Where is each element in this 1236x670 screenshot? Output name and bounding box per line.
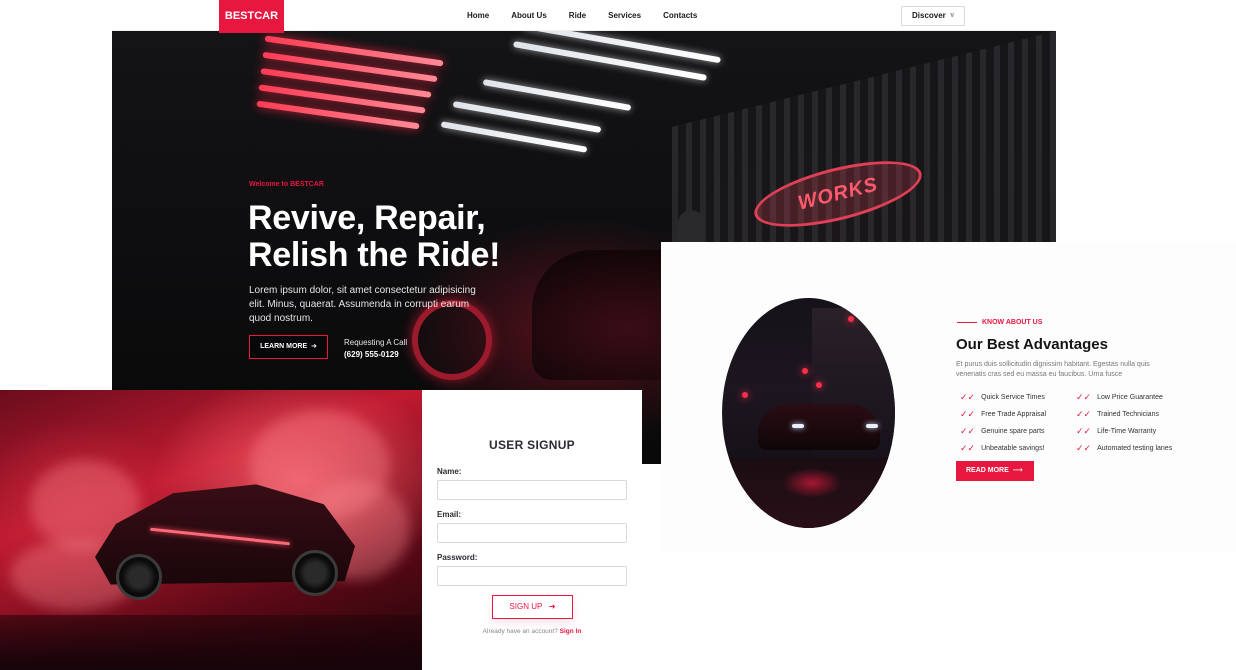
signup-car-image xyxy=(0,390,422,670)
ground xyxy=(0,615,422,670)
call-label: Requesting A Call xyxy=(344,338,408,347)
showcase-stage: WORKS BESTCAR Home About Us Ride Service… xyxy=(0,0,1236,670)
about-heading: Our Best Advantages xyxy=(956,336,1108,353)
hero-kicker: Welcome to BESTCAR xyxy=(249,181,324,188)
double-check-icon: ✓✓ xyxy=(1076,392,1092,402)
advantage-item: ✓✓ Free Trade Appraisal xyxy=(960,409,1046,420)
headlight xyxy=(866,424,878,428)
about-section: KNOW ABOUT US Our Best Advantages Et pur… xyxy=(661,242,1236,552)
neon-light xyxy=(802,368,808,374)
email-field[interactable] xyxy=(437,523,627,543)
about-description: Et purus duis sollicitudin dignissim hab… xyxy=(956,361,1150,378)
nav-contacts[interactable]: Contacts xyxy=(663,11,697,20)
sign-in-link[interactable]: Sign In xyxy=(560,628,582,635)
signup-title: USER SIGNUP xyxy=(489,438,575,452)
arrow-right-icon: ⟶ xyxy=(1010,467,1023,474)
neon-light xyxy=(742,392,748,398)
sign-in-prompt: Already have an account? Sign In xyxy=(422,628,642,635)
double-check-icon: ✓✓ xyxy=(960,443,976,453)
discover-dropdown[interactable]: Discover ∨ xyxy=(901,6,965,26)
password-field[interactable] xyxy=(437,566,627,586)
learn-more-button[interactable]: LEARN MORE ➜ xyxy=(249,335,328,359)
double-check-icon: ✓✓ xyxy=(1076,426,1092,436)
about-car xyxy=(758,404,880,450)
advantage-label: Trained Technicians xyxy=(1097,411,1159,418)
advantage-label: Low Price Guarantee xyxy=(1097,394,1163,401)
advantage-label: Free Trade Appraisal xyxy=(981,411,1047,418)
double-check-icon: ✓✓ xyxy=(1076,409,1092,419)
top-navbar: BESTCAR Home About Us Ride Services Cont… xyxy=(112,0,1056,33)
advantage-item: ✓✓ Unbeatable savings! xyxy=(960,443,1045,454)
signup-panel: USER SIGNUP Name: Email: Password: SIGN … xyxy=(422,390,642,670)
main-menu: Home About Us Ride Services Contacts xyxy=(467,0,697,31)
car-wheel xyxy=(292,550,338,596)
double-check-icon: ✓✓ xyxy=(1076,443,1092,453)
hero-heading: Revive, Repair, Relish the Ride! xyxy=(248,200,548,274)
learn-more-label: LEARN MORE xyxy=(260,343,308,350)
read-more-button[interactable]: READ MORE ⟶ xyxy=(956,461,1034,481)
advantage-item: ✓✓ Automated testing lanes xyxy=(1076,443,1172,454)
double-check-icon: ✓✓ xyxy=(960,409,976,419)
advantage-label: Unbeatable savings! xyxy=(981,445,1045,452)
name-field[interactable] xyxy=(437,480,627,500)
headlight xyxy=(792,424,804,428)
hero-heading-line-1: Revive, Repair, xyxy=(248,199,486,237)
sign-up-label: SIGN UP xyxy=(509,602,543,611)
advantage-item: ✓✓ Life-Time Warranty xyxy=(1076,426,1156,437)
advantage-label: Quick Service Times xyxy=(981,394,1045,401)
kicker-line xyxy=(957,321,977,324)
advantage-item: ✓✓ Trained Technicians xyxy=(1076,409,1159,420)
double-check-icon: ✓✓ xyxy=(960,392,976,402)
password-label: Password: xyxy=(437,553,478,562)
advantage-item: ✓✓ Low Price Guarantee xyxy=(1076,392,1163,403)
chevron-down-icon: ∨ xyxy=(949,12,955,19)
road-reflection xyxy=(782,468,842,498)
email-label: Email: xyxy=(437,510,462,519)
call-number[interactable]: (629) 555-0129 xyxy=(344,350,399,359)
brand-logo[interactable]: BESTCAR xyxy=(219,0,284,33)
advantage-label: Genuine spare parts xyxy=(981,428,1045,435)
about-kicker: KNOW ABOUT US xyxy=(957,319,1042,326)
advantage-item: ✓✓ Quick Service Times xyxy=(960,392,1045,403)
hero-description: Lorem ipsum dolor, sit amet consectetur … xyxy=(249,285,476,324)
discover-label: Discover xyxy=(912,11,946,20)
about-oval-image xyxy=(722,298,895,528)
car-wheel xyxy=(116,554,162,600)
nav-ride[interactable]: Ride xyxy=(569,11,586,20)
nav-services[interactable]: Services xyxy=(608,11,641,20)
name-label: Name: xyxy=(437,467,462,476)
read-more-label: READ MORE xyxy=(966,467,1009,474)
nav-about-us[interactable]: About Us xyxy=(511,11,547,20)
hero-heading-line-2: Relish the Ride! xyxy=(248,236,501,274)
neon-light xyxy=(848,316,854,322)
sign-up-button[interactable]: SIGN UP ➜ xyxy=(492,595,573,619)
double-check-icon: ✓✓ xyxy=(960,426,976,436)
neon-light xyxy=(816,382,822,388)
have-account-text: Already have an account? xyxy=(482,628,558,635)
arrow-right-icon: ➜ xyxy=(544,602,556,611)
advantage-label: Life-Time Warranty xyxy=(1097,428,1157,435)
advantage-label: Automated testing lanes xyxy=(1097,445,1173,452)
nav-home[interactable]: Home xyxy=(467,11,489,20)
arrow-right-icon: ➜ xyxy=(309,343,317,350)
about-kicker-text: KNOW ABOUT US xyxy=(982,319,1043,326)
advantage-item: ✓✓ Genuine spare parts xyxy=(960,426,1045,437)
